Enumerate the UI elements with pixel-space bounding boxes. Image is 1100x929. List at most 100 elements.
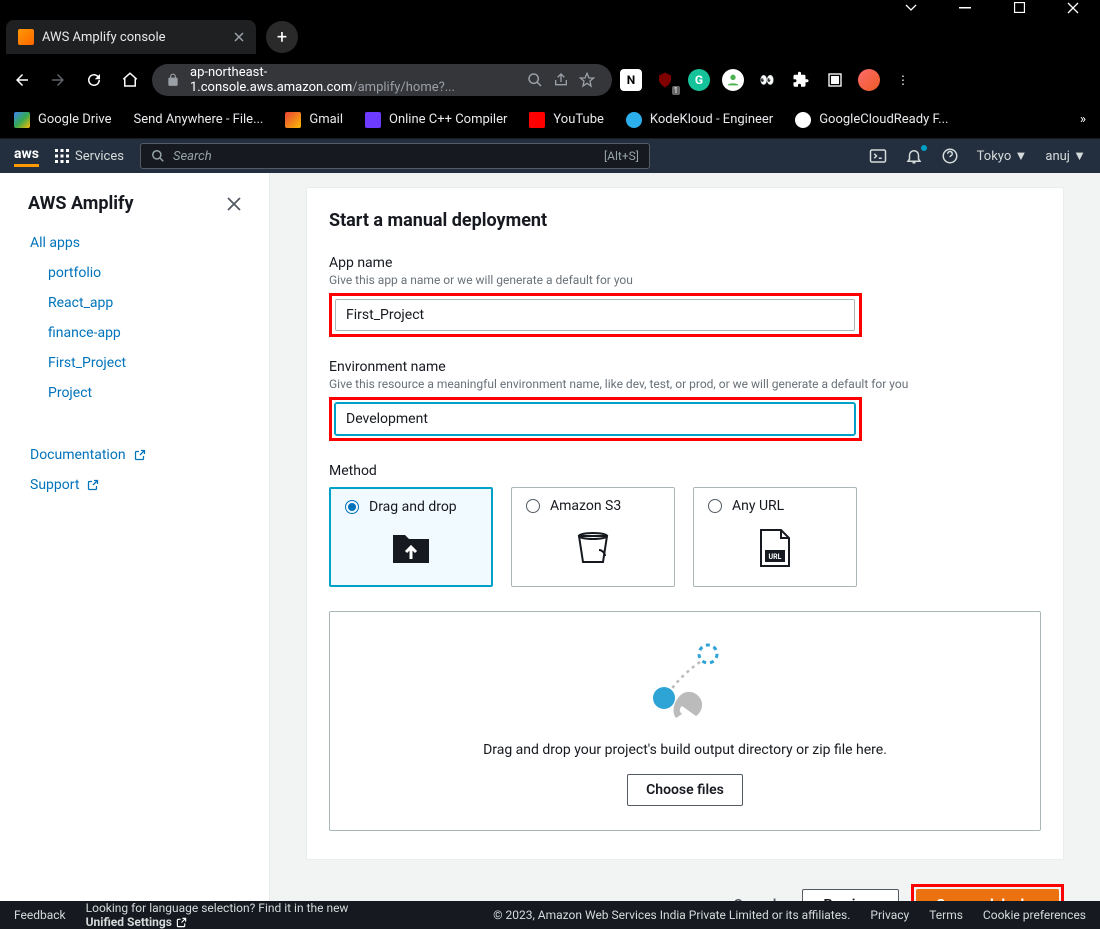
notifications-icon[interactable] xyxy=(905,147,923,165)
search-url-icon[interactable] xyxy=(524,69,546,91)
home-button[interactable] xyxy=(116,66,144,94)
app-name-highlight xyxy=(329,293,862,337)
radio-icon xyxy=(708,499,722,513)
drive-icon xyxy=(14,112,30,128)
window-dropdown[interactable] xyxy=(884,0,938,15)
url-text: ap-northeast-1.console.aws.amazon.com/am… xyxy=(190,65,514,95)
drop-zone[interactable]: Drag and drop your project's build outpu… xyxy=(329,611,1041,831)
sidebar-close-icon[interactable] xyxy=(227,197,241,211)
footer-actions: Cancel Previous Save and deploy xyxy=(306,884,1064,901)
bookmark-gmail[interactable]: Gmail xyxy=(285,112,343,128)
sidebar-item-first-project[interactable]: First_Project xyxy=(0,348,269,378)
cpp-icon xyxy=(365,112,381,128)
external-link-icon xyxy=(87,479,99,491)
browser-tab[interactable]: AWS Amplify console xyxy=(6,20,256,54)
sidebar-item-finance-app[interactable]: finance-app xyxy=(0,318,269,348)
sidebar-docs-link[interactable]: Documentation xyxy=(0,440,269,470)
back-button[interactable] xyxy=(8,66,36,94)
aws-topbar: aws Services Search [Alt+S] Tokyo ▼ anuj… xyxy=(0,139,1100,173)
eyes-ext-icon[interactable]: 👀 xyxy=(756,69,778,91)
sidebar-item-project[interactable]: Project xyxy=(0,378,269,408)
page-title: Start a manual deployment xyxy=(329,210,1041,231)
sidebar-title: AWS Amplify xyxy=(28,193,134,214)
bucket-icon xyxy=(526,520,660,576)
cancel-button[interactable]: Cancel xyxy=(719,891,790,901)
url-file-icon: URL xyxy=(708,520,842,576)
puzzle-ext-icon[interactable] xyxy=(790,69,812,91)
ublock-ext-icon[interactable]: 1 xyxy=(654,69,676,91)
method-url[interactable]: Any URL URL xyxy=(693,487,857,587)
forward-button[interactable] xyxy=(44,66,72,94)
bookmark-cpp[interactable]: Online C++ Compiler xyxy=(365,112,507,128)
deployment-card: Start a manual deployment App name Give … xyxy=(306,187,1064,860)
region-selector[interactable]: Tokyo ▼ xyxy=(977,148,1028,164)
bookmarks-bar: Google Drive Send Anywhere - File... Gma… xyxy=(0,101,1100,139)
app-name-label: App name xyxy=(329,255,1041,271)
previous-button[interactable]: Previous xyxy=(802,889,899,901)
terms-link[interactable]: Terms xyxy=(929,908,963,922)
address-bar[interactable]: ap-northeast-1.console.aws.amazon.com/am… xyxy=(152,64,612,96)
window-close[interactable] xyxy=(1046,0,1100,15)
window-controls xyxy=(0,0,1100,15)
search-icon xyxy=(151,149,165,163)
bookmark-youtube[interactable]: YouTube xyxy=(529,112,604,128)
profile-avatar[interactable] xyxy=(858,69,880,91)
bookmark-kodekloud[interactable]: KodeKloud - Engineer xyxy=(626,112,773,128)
search-kbd: [Alt+S] xyxy=(604,149,639,163)
bookmarks-overflow[interactable]: » xyxy=(1080,112,1086,127)
env-name-hint: Give this resource a meaningful environm… xyxy=(329,377,1041,391)
window-maximize[interactable] xyxy=(992,0,1046,15)
kodekloud-icon xyxy=(626,112,642,128)
drop-text: Drag and drop your project's build outpu… xyxy=(483,742,887,758)
aws-footer: Feedback Looking for language selection?… xyxy=(0,901,1100,929)
cookies-link[interactable]: Cookie preferences xyxy=(983,908,1086,922)
aws-search[interactable]: Search [Alt+S] xyxy=(140,143,650,169)
app-name-hint: Give this app a name or we will generate… xyxy=(329,273,1041,287)
env-name-input[interactable] xyxy=(335,403,855,435)
grammarly-ext-icon[interactable]: G xyxy=(688,69,710,91)
bookmark-star-icon[interactable] xyxy=(576,69,598,91)
browser-tab-bar: AWS Amplify console + xyxy=(0,15,1100,59)
method-s3[interactable]: Amazon S3 xyxy=(511,487,675,587)
tab-title: AWS Amplify console xyxy=(42,30,166,45)
method-label: Method xyxy=(329,463,1041,479)
unified-settings-link[interactable]: Unified Settings xyxy=(86,915,349,929)
app-name-input[interactable] xyxy=(335,299,855,331)
grid-icon xyxy=(55,149,69,163)
reader-ext-icon[interactable] xyxy=(824,69,846,91)
privacy-link[interactable]: Privacy xyxy=(870,908,909,922)
user-menu[interactable]: anuj ▼ xyxy=(1045,148,1086,164)
gmail-icon xyxy=(285,112,301,128)
extension-icons: N 1 G 👀 ⋮ xyxy=(620,69,922,91)
browser-menu-icon[interactable]: ⋮ xyxy=(892,69,914,91)
services-button[interactable]: Services xyxy=(55,149,124,164)
radio-icon xyxy=(526,499,540,513)
choose-files-button[interactable]: Choose files xyxy=(627,774,743,806)
share-icon[interactable] xyxy=(550,69,572,91)
sidebar-all-apps[interactable]: All apps xyxy=(0,228,269,258)
method-drag-drop[interactable]: Drag and drop xyxy=(329,487,493,587)
help-icon[interactable] xyxy=(941,147,959,165)
bookmark-sendanywhere[interactable]: Send Anywhere - File... xyxy=(133,112,263,127)
aws-favicon-icon xyxy=(18,29,34,45)
bookmark-gcr[interactable]: GoogleCloudReady F... xyxy=(795,112,948,128)
feedback-link[interactable]: Feedback xyxy=(14,908,66,922)
sidebar-support-link[interactable]: Support xyxy=(0,470,269,500)
external-link-icon xyxy=(134,449,146,461)
window-minimize[interactable] xyxy=(938,0,992,15)
save-deploy-button[interactable]: Save and deploy xyxy=(916,889,1059,901)
sidebar-item-portfolio[interactable]: portfolio xyxy=(0,258,269,288)
close-tab-icon[interactable] xyxy=(234,32,244,42)
bookmark-drive[interactable]: Google Drive xyxy=(14,112,111,128)
svg-text:URL: URL xyxy=(769,553,782,561)
new-tab-button[interactable]: + xyxy=(266,21,298,53)
cloudshell-icon[interactable] xyxy=(869,147,887,165)
reload-button[interactable] xyxy=(80,66,108,94)
env-name-highlight xyxy=(329,397,862,441)
radio-checked-icon xyxy=(345,500,359,514)
avatar-ext-icon[interactable] xyxy=(722,69,744,91)
aws-logo[interactable]: aws xyxy=(14,146,39,167)
sidebar-item-react-app[interactable]: React_app xyxy=(0,288,269,318)
notion-ext-icon[interactable]: N xyxy=(620,69,642,91)
search-placeholder: Search xyxy=(173,149,212,164)
